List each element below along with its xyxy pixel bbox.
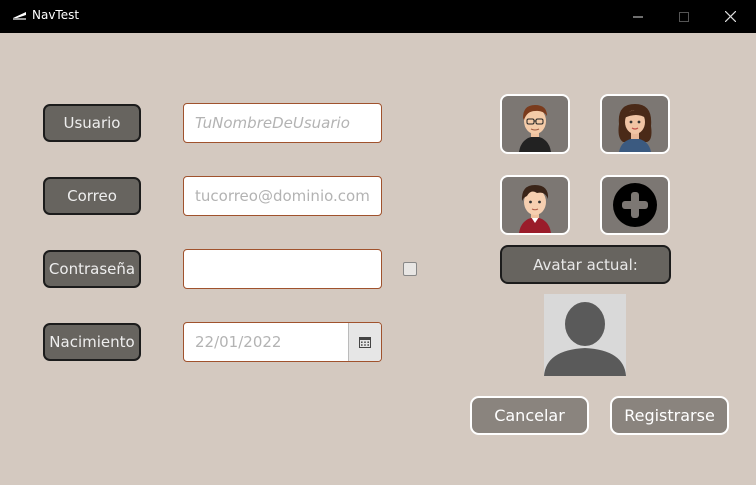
- contrasena-label: Contraseña: [43, 250, 141, 288]
- window-title: NavTest: [32, 8, 80, 22]
- app-window: NavTest Usuario Correo Contraseña Nacimi…: [0, 0, 756, 485]
- close-icon: [724, 11, 736, 22]
- maximize-button[interactable]: [661, 0, 707, 33]
- avatar-option-woman[interactable]: [600, 94, 670, 154]
- register-button[interactable]: Registrarse: [610, 396, 729, 435]
- minimize-button[interactable]: [615, 0, 661, 33]
- username-placeholder: TuNombreDeUsuario: [195, 114, 350, 132]
- default-user-icon: [544, 302, 626, 376]
- maximize-icon: [679, 11, 689, 22]
- usuario-label: Usuario: [43, 104, 141, 142]
- calendar-icon: [359, 337, 371, 348]
- current-avatar-image: [544, 294, 626, 376]
- avatar-option-man-glasses[interactable]: [500, 94, 570, 154]
- avatar-woman-icon: [618, 104, 652, 152]
- add-avatar-button[interactable]: [600, 175, 670, 235]
- avatar-boy-icon: [519, 185, 551, 233]
- birthdate-picker[interactable]: 22/01/2022: [183, 322, 382, 362]
- plus-circle-icon: [613, 183, 657, 227]
- avatar-option-boy[interactable]: [500, 175, 570, 235]
- avatar-man-glasses-icon: [519, 105, 551, 152]
- username-input[interactable]: TuNombreDeUsuario: [183, 103, 382, 143]
- birthdate-placeholder: 22/01/2022: [195, 333, 282, 351]
- show-password-checkbox[interactable]: [403, 262, 417, 276]
- email-input[interactable]: tucorreo@dominio.com: [183, 176, 382, 216]
- current-avatar-label: Avatar actual:: [500, 245, 671, 284]
- cancel-button[interactable]: Cancelar: [470, 396, 589, 435]
- title-bar[interactable]: NavTest: [0, 0, 756, 33]
- calendar-button[interactable]: [348, 323, 381, 361]
- close-button[interactable]: [707, 0, 753, 33]
- nacimiento-label: Nacimiento: [43, 323, 141, 361]
- app-icon: [13, 12, 26, 20]
- minimize-icon: [633, 16, 643, 17]
- correo-label: Correo: [43, 177, 141, 215]
- email-placeholder: tucorreo@dominio.com: [195, 187, 370, 205]
- password-input[interactable]: [183, 249, 382, 289]
